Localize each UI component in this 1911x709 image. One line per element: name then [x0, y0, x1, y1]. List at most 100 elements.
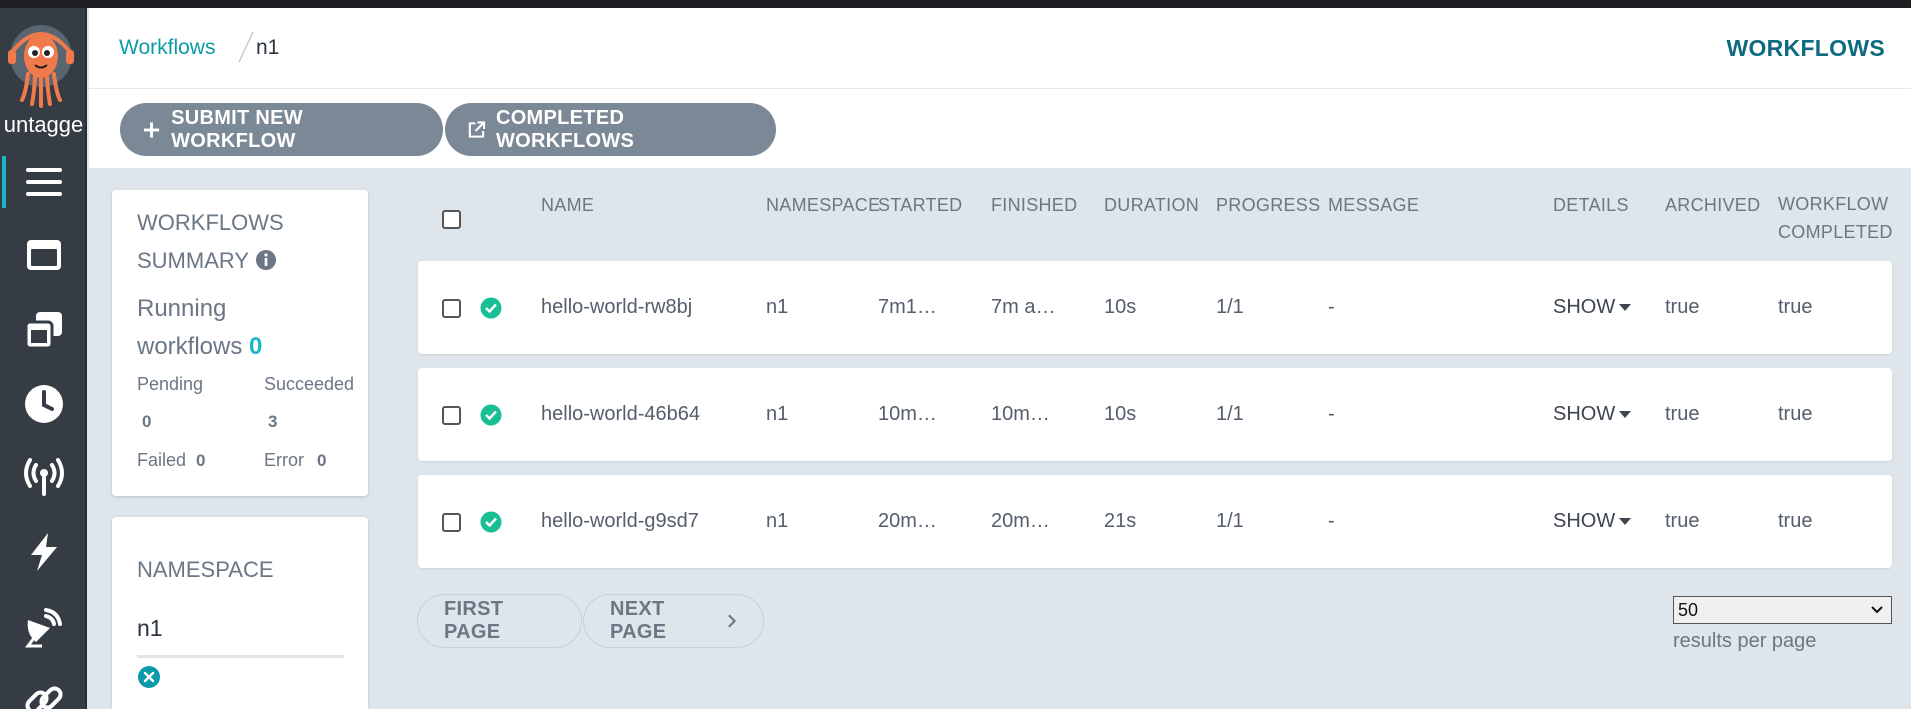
row-namespace: n1	[766, 510, 789, 532]
top-bar: Workflows n1 WORKFLOWS	[89, 8, 1911, 89]
col-header-progress[interactable]: PROGRESS	[1216, 195, 1320, 216]
satellite-dish-icon	[24, 608, 62, 648]
error-label: Error	[264, 450, 304, 470]
row-finished: 7m a…	[991, 296, 1056, 318]
row-started: 10m…	[878, 403, 937, 425]
table-row[interactable]: hello-world-rw8bj n1 7m1… 7m a… 10s 1/1 …	[418, 261, 1892, 354]
col-header-namespace[interactable]: NAMESPACE	[766, 195, 880, 216]
submit-new-workflow-label: SUBMIT NEW WORKFLOW	[171, 106, 303, 152]
succeeded-status-icon	[480, 297, 502, 319]
table-row[interactable]: hello-world-g9sd7 n1 20m… 20m… 21s 1/1 -…	[418, 475, 1892, 568]
toolbar: SUBMIT NEW WORKFLOW COMPLETED WORKFLOWS	[89, 89, 1911, 168]
completed-workflows-button[interactable]: COMPLETED WORKFLOWS	[445, 103, 776, 156]
results-per-page-select[interactable]: 50	[1673, 596, 1892, 624]
nav-cron-workflows[interactable]	[0, 374, 87, 434]
succeeded-count: 3	[268, 412, 278, 431]
row-name[interactable]: hello-world-46b64	[541, 403, 700, 426]
row-progress: 1/1	[1216, 403, 1244, 425]
col-header-workflow-completed[interactable]: WORKFLOW COMPLETED	[1778, 190, 1893, 246]
row-checkbox[interactable]	[442, 406, 461, 425]
row-checkbox[interactable]	[442, 299, 461, 318]
col-header-message[interactable]: MESSAGE	[1328, 195, 1419, 216]
row-checkbox[interactable]	[442, 513, 461, 532]
broadcast-tower-icon	[23, 458, 64, 496]
running-label-line1: Running	[137, 295, 227, 322]
nav-sensors[interactable]	[0, 522, 87, 582]
col-header-finished[interactable]: FINISHED	[991, 195, 1077, 216]
namespace-input[interactable]: n1	[137, 615, 163, 642]
nav-event-flow[interactable]	[0, 596, 87, 656]
first-page-label: FIRST PAGE	[444, 598, 504, 643]
row-namespace: n1	[766, 296, 789, 318]
row-message: -	[1328, 403, 1335, 425]
nav-links[interactable]	[0, 670, 87, 709]
row-completed: true	[1778, 296, 1813, 318]
results-per-page-label: results per page	[1673, 630, 1817, 652]
col-header-completed-line1: WORKFLOW	[1778, 194, 1889, 214]
row-completed: true	[1778, 510, 1813, 532]
summary-title-line1: WORKFLOWS	[137, 210, 284, 235]
row-completed: true	[1778, 403, 1813, 425]
succeeded-status-icon	[480, 404, 502, 426]
row-namespace: n1	[766, 403, 789, 425]
row-finished: 10m…	[991, 403, 1050, 425]
window-top-strip	[0, 0, 1911, 8]
row-archived: true	[1665, 510, 1700, 532]
caret-down-icon	[1619, 517, 1632, 525]
row-started: 7m1…	[878, 296, 937, 318]
sidebar: untagge	[0, 8, 87, 709]
breadcrumb-workflows-link[interactable]: Workflows	[119, 36, 215, 60]
breadcrumb-current: n1	[256, 36, 280, 59]
window-icon	[26, 240, 61, 270]
clear-namespace-icon[interactable]	[137, 665, 161, 689]
chevron-down-icon	[1871, 606, 1883, 614]
row-progress: 1/1	[1216, 510, 1244, 532]
row-message: -	[1328, 510, 1335, 532]
error-count: 0	[317, 451, 327, 470]
page-title: WORKFLOWS	[1726, 35, 1885, 61]
caret-down-icon	[1619, 410, 1632, 418]
nav-event-sources[interactable]	[0, 448, 87, 508]
failed-label: Failed	[137, 450, 187, 470]
external-link-icon	[468, 120, 486, 138]
running-count: 0	[249, 333, 263, 360]
plus-icon	[143, 121, 160, 138]
col-header-duration[interactable]: DURATION	[1104, 195, 1199, 216]
row-details-toggle[interactable]: SHOW	[1553, 510, 1632, 533]
workflows-summary-card: WORKFLOWS SUMMARY Running workflows 0 Pe…	[112, 190, 368, 496]
chevron-right-icon	[728, 614, 737, 628]
row-message: -	[1328, 296, 1335, 318]
nav-cluster-workflow-templates[interactable]	[0, 300, 87, 360]
info-icon[interactable]	[255, 249, 277, 271]
row-details-toggle[interactable]: SHOW	[1553, 403, 1632, 426]
row-archived: true	[1665, 296, 1700, 318]
namespace-title: NAMESPACE	[137, 557, 274, 582]
col-header-name[interactable]: NAME	[541, 195, 594, 216]
col-header-details: DETAILS	[1553, 195, 1629, 215]
argo-logo-icon[interactable]	[8, 22, 74, 108]
first-page-button[interactable]: FIRST PAGE	[417, 594, 582, 648]
row-archived: true	[1665, 403, 1700, 425]
row-started: 20m…	[878, 510, 937, 532]
row-details-toggle[interactable]: SHOW	[1553, 296, 1632, 319]
clock-icon	[24, 385, 63, 423]
list-icon	[25, 168, 62, 196]
succeeded-status-icon	[480, 511, 502, 533]
select-all-checkbox[interactable]	[442, 210, 461, 229]
nav-workflows[interactable]	[0, 152, 87, 212]
col-header-archived[interactable]: ARCHIVED	[1665, 195, 1760, 216]
row-finished: 20m…	[991, 510, 1050, 532]
next-page-label: NEXT PAGE	[610, 598, 667, 643]
caret-down-icon	[1619, 303, 1632, 311]
per-page-value: 50	[1678, 599, 1699, 620]
clone-icon	[24, 312, 62, 350]
table-row[interactable]: hello-world-46b64 n1 10m… 10m… 10s 1/1 -…	[418, 368, 1892, 461]
row-name[interactable]: hello-world-rw8bj	[541, 296, 692, 319]
col-header-started[interactable]: STARTED	[878, 195, 962, 216]
row-name[interactable]: hello-world-g9sd7	[541, 510, 699, 533]
succeeded-label: Succeeded	[264, 374, 355, 394]
nav-workflow-templates[interactable]	[0, 226, 87, 286]
submit-new-workflow-button[interactable]: SUBMIT NEW WORKFLOW	[120, 103, 443, 156]
user-label: untagge	[3, 112, 84, 137]
next-page-button[interactable]: NEXT PAGE	[583, 594, 764, 648]
